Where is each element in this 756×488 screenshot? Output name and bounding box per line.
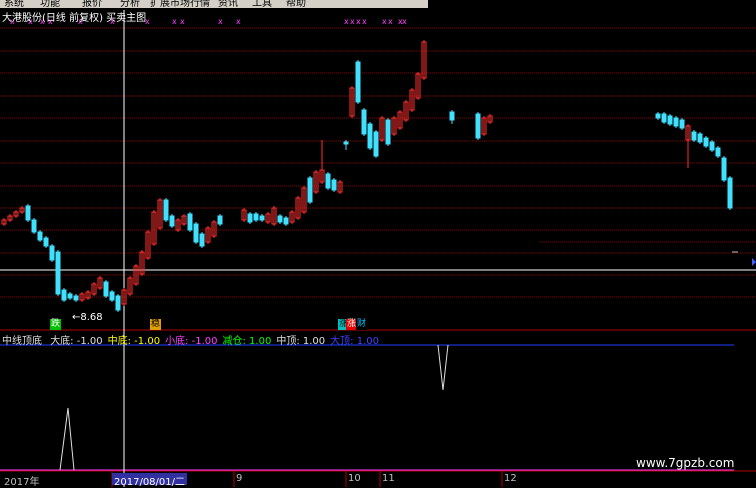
candle-body-76	[679, 119, 685, 129]
candle-body-32	[193, 223, 199, 243]
indicator-spike-bottom	[59, 407, 75, 471]
candle-body-39	[253, 213, 259, 221]
indicator-item-2: 小底: -1.00	[165, 336, 218, 347]
candle-body-57	[361, 109, 367, 135]
candle-body-68	[449, 111, 455, 121]
top-marker-9: x	[218, 17, 223, 26]
candle-body-38	[247, 213, 253, 223]
indicator-item-0: 大底: -1.00	[50, 336, 103, 347]
top-marker-16: x	[388, 17, 393, 26]
date-selected: 2017/08/01/二	[112, 473, 188, 488]
candle-body-51	[325, 173, 331, 189]
low-price-label: ←8.68	[72, 312, 103, 323]
candle-body-19	[115, 295, 121, 311]
candle-body-40	[259, 215, 265, 221]
candle-body-7	[43, 237, 49, 247]
signal-tag-0: 跌	[50, 319, 62, 330]
indicator-item-1: 中底: -1.00	[107, 336, 161, 347]
right-arrow	[752, 258, 756, 266]
candle-body-74	[667, 115, 673, 125]
candle-body-52	[331, 179, 337, 191]
top-marker-14: x	[362, 17, 367, 26]
candle-body-12	[73, 295, 79, 301]
candle-body-61	[385, 119, 391, 145]
low-price-value: 8.68	[80, 312, 103, 323]
candle-body-48	[307, 177, 313, 203]
candle-body-36	[217, 215, 223, 225]
candle-body-43	[277, 215, 283, 223]
candle-body-44	[283, 217, 289, 225]
candle-body-28	[169, 215, 175, 227]
candle-body-27	[163, 199, 169, 221]
date-year: 2017年	[4, 477, 40, 488]
candle-body-72	[655, 113, 661, 119]
date-month-0: 9	[236, 473, 243, 484]
chart-canvas[interactable]: xxxxxxxxxxxxxxxxxxx	[0, 0, 756, 487]
indicator-item-5: 大顶: 1.00	[330, 336, 379, 347]
candle-body-82	[715, 147, 721, 157]
candle-body-6	[37, 231, 43, 241]
candle-body-79	[697, 133, 703, 143]
candle-body-33	[199, 233, 205, 247]
indicator-name: 中线顶底	[2, 336, 42, 347]
chart-title: 大港股份(日线 前复权) 买卖主图	[2, 13, 147, 24]
indicator-legend: 中线顶底 大底: -1.00 中底: -1.00 小底: -1.00 减仓: 1.00…	[2, 332, 379, 347]
candle-body-81	[709, 141, 715, 151]
candle-body-73	[661, 113, 667, 123]
watermark: www.7gpzb.com	[636, 456, 735, 470]
candle-body-83	[721, 157, 727, 181]
candle-body-10	[61, 289, 67, 301]
indicator-item-4: 中顶: 1.00	[276, 336, 326, 347]
candle-body-4	[25, 205, 31, 221]
top-marker-8: x	[180, 17, 185, 26]
top-marker-15: x	[382, 17, 387, 26]
date-month-1: 10	[348, 473, 361, 484]
date-month-2: 11	[382, 473, 395, 484]
indicator-item-3: 减仓: 1.00	[222, 336, 272, 347]
candle-body-31	[187, 213, 193, 231]
candle-body-59	[373, 131, 379, 157]
candle-body-8	[49, 245, 55, 261]
candle-body-84	[727, 177, 733, 209]
candle-body-69	[475, 113, 481, 139]
date-month-3: 12	[504, 473, 517, 484]
top-marker-13: x	[356, 17, 361, 26]
candle-body-5	[31, 219, 37, 233]
candle-body-11	[67, 293, 73, 299]
candle-body-78	[691, 131, 697, 141]
signal-tag-4: 财	[356, 319, 368, 330]
top-marker-12: x	[350, 17, 355, 26]
top-marker-11: x	[344, 17, 349, 26]
candle-body-56	[355, 61, 361, 103]
candle-body-80	[703, 137, 709, 147]
signal-tag-1: 稳	[150, 319, 162, 330]
top-marker-10: x	[236, 17, 241, 26]
candle-body-54	[343, 141, 349, 145]
candle-body-18	[109, 291, 115, 301]
candle-body-58	[367, 123, 373, 149]
top-marker-7: x	[172, 17, 177, 26]
candle-body-17	[103, 281, 109, 297]
candle-body-9	[55, 251, 61, 295]
indicator-spike-top	[437, 344, 449, 391]
top-marker-18: x	[402, 17, 407, 26]
candle-body-75	[673, 117, 679, 127]
